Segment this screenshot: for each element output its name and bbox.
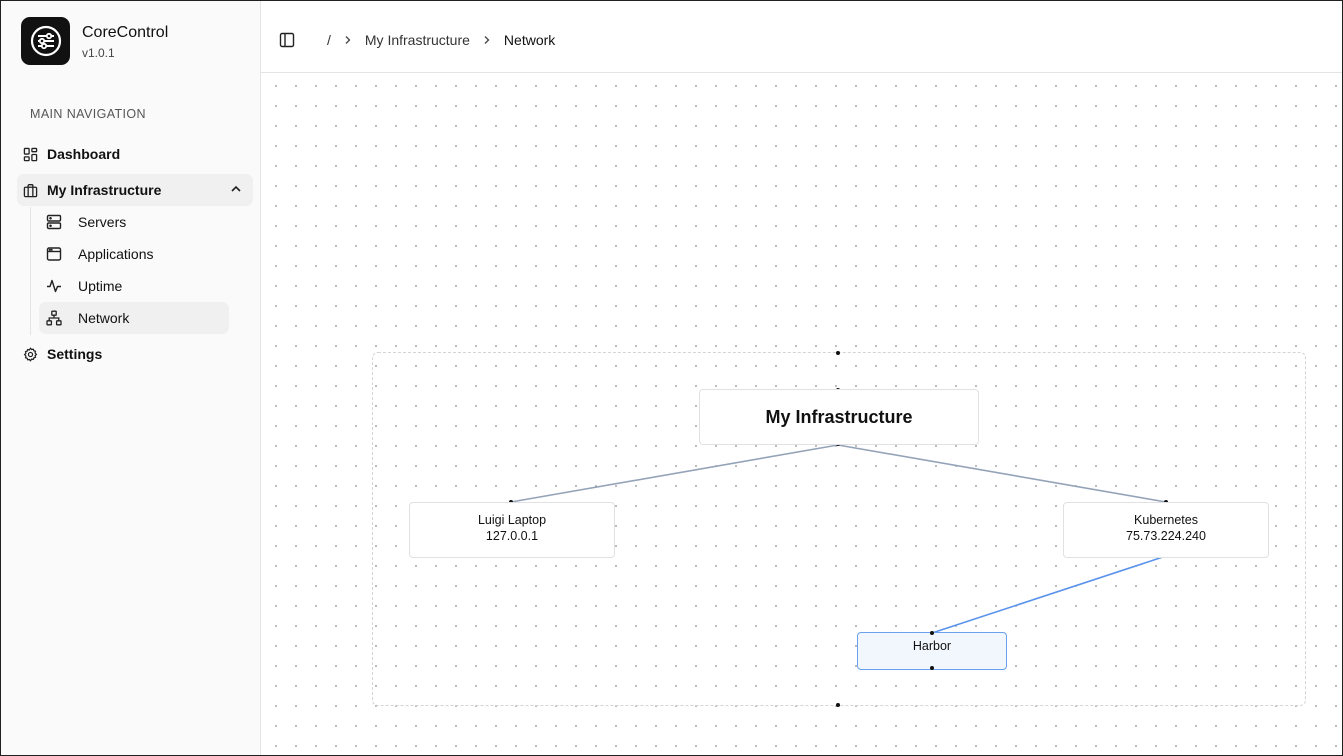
breadcrumb: / My Infrastructure Network — [327, 32, 555, 48]
app-version: v1.0.1 — [82, 45, 115, 60]
sidebar-item-label: Network — [78, 310, 130, 326]
dashboard-icon — [22, 146, 38, 162]
server-ip: 127.0.0.1 — [485, 529, 539, 543]
activity-icon — [46, 278, 62, 294]
server-node-kubernetes[interactable]: Kubernetes 75.73.224.240 — [1063, 502, 1269, 558]
app-node-harbor[interactable]: Harbor — [857, 632, 1007, 670]
briefcase-icon — [22, 182, 38, 198]
server-name: Luigi Laptop — [477, 513, 547, 527]
breadcrumb-root[interactable]: / — [327, 32, 331, 48]
breadcrumb-current: Network — [503, 32, 556, 48]
sidebar-item-label: Dashboard — [47, 146, 121, 162]
sidebar-item-label: Uptime — [78, 278, 123, 294]
brand[interactable]: CoreControl v1.0.1 — [21, 17, 168, 65]
sidebar-item-label: Servers — [78, 214, 127, 230]
network-icon — [46, 310, 62, 326]
app-logo-icon — [21, 17, 70, 65]
server-icon — [46, 214, 62, 230]
chevron-right-icon — [343, 35, 353, 45]
main-content: / My Infrastructure Network My Infrastru… — [261, 1, 1342, 755]
top-bar: / My Infrastructure Network — [261, 1, 1342, 73]
app-window-icon — [46, 246, 62, 262]
root-node-label: My Infrastructure — [765, 406, 913, 427]
chevron-up-icon[interactable] — [229, 182, 243, 199]
sidebar-item-label: My Infrastructure — [47, 182, 162, 198]
sidebar-item-network[interactable]: Network — [39, 302, 229, 334]
sidebar-item-servers[interactable]: Servers — [39, 206, 229, 238]
breadcrumb-my-infrastructure[interactable]: My Infrastructure — [365, 32, 470, 48]
root-node[interactable]: My Infrastructure — [699, 389, 979, 445]
app-name: Harbor — [912, 639, 952, 653]
sidebar-item-settings[interactable]: Settings — [17, 338, 253, 370]
sidebar-item-label: Applications — [78, 246, 154, 262]
sidebar: CoreControl v1.0.1 MAIN NAVIGATION Dashb… — [1, 1, 261, 755]
server-name: Kubernetes — [1134, 513, 1198, 527]
nav-group-label: MAIN NAVIGATION — [30, 107, 146, 121]
app-name: CoreControl — [82, 23, 169, 41]
sidebar-item-applications[interactable]: Applications — [39, 238, 229, 270]
sidebar-item-my-infrastructure[interactable]: My Infrastructure — [17, 174, 253, 206]
gear-icon — [22, 346, 38, 362]
sidebar-item-uptime[interactable]: Uptime — [39, 270, 229, 302]
app-window: CoreControl v1.0.1 MAIN NAVIGATION Dashb… — [0, 0, 1343, 756]
chevron-right-icon — [482, 35, 492, 45]
network-canvas[interactable]: My Infrastructure Luigi Laptop 127.0.0.1… — [261, 73, 1342, 755]
server-node-luigi-laptop[interactable]: Luigi Laptop 127.0.0.1 — [409, 502, 615, 558]
sidebar-item-dashboard[interactable]: Dashboard — [17, 138, 253, 170]
server-ip: 75.73.224.240 — [1126, 529, 1206, 543]
sidebar-toggle-icon[interactable] — [279, 32, 295, 48]
sidebar-item-label: Settings — [47, 346, 103, 362]
submenu-guide-line — [30, 207, 31, 335]
